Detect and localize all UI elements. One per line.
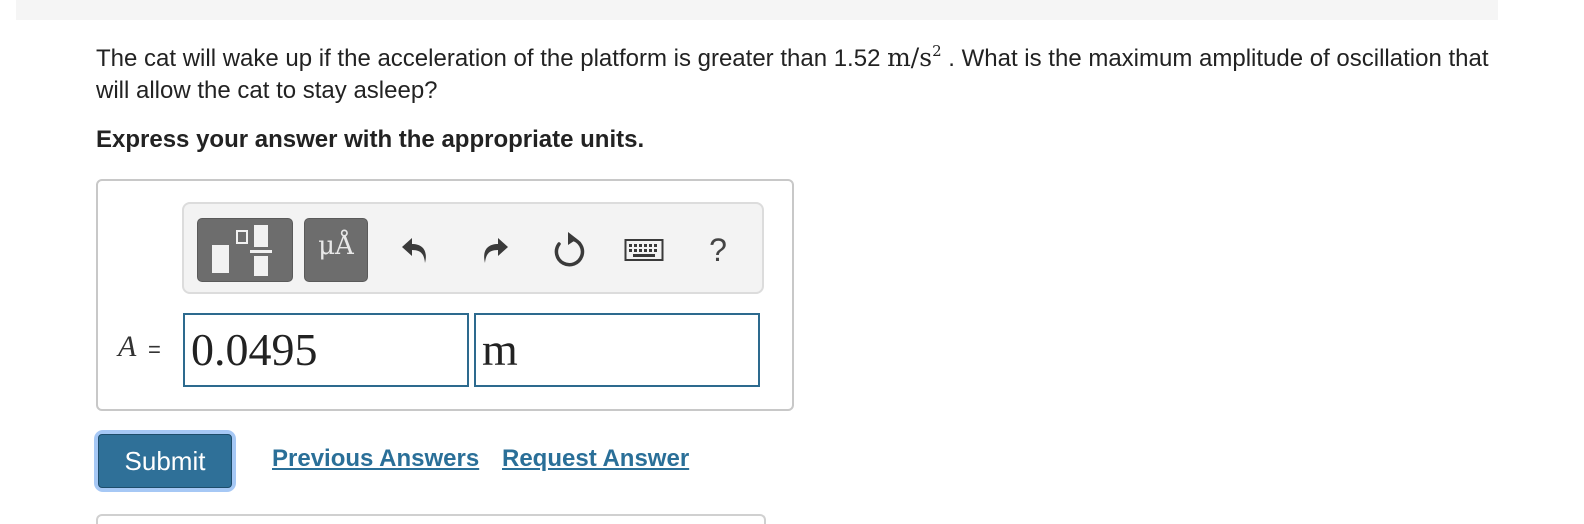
templates-button[interactable] <box>197 218 293 282</box>
acceleration-unit: m/s2 <box>887 43 942 72</box>
keyboard-icon <box>624 239 664 261</box>
answer-instruction: Express your answer with the appropriate… <box>96 126 645 153</box>
templates-icon <box>212 225 272 276</box>
answer-variable: A <box>118 330 137 363</box>
units-label: μÅ <box>318 231 354 261</box>
keyboard-button[interactable] <box>624 226 664 274</box>
unit-exponent: 2 <box>932 42 942 60</box>
reset-button[interactable] <box>548 226 588 274</box>
units-button[interactable]: μÅ <box>304 218 368 282</box>
redo-button[interactable] <box>474 226 514 274</box>
redo-icon <box>484 238 508 263</box>
undo-button[interactable] <box>396 226 436 274</box>
question-text-start: The cat will wake up if the acceleration… <box>96 45 888 72</box>
request-answer-link[interactable]: Request Answer <box>502 445 689 473</box>
answer-unit-field[interactable]: m <box>474 313 760 387</box>
unit-base: m/s <box>887 43 933 72</box>
undo-icon <box>402 238 426 263</box>
math-toolbar: μÅ ? <box>182 202 764 294</box>
top-bar <box>16 0 1498 20</box>
submit-button-focus-ring: Submit <box>94 430 236 492</box>
answer-value-field[interactable]: 0.0495 <box>183 313 469 387</box>
reset-icon <box>554 232 585 267</box>
help-button[interactable]: ? <box>698 226 738 274</box>
next-panel-edge <box>96 514 766 524</box>
equals-sign: = <box>148 337 161 362</box>
question-text: The cat will wake up if the acceleration… <box>96 42 1496 107</box>
previous-answers-link[interactable]: Previous Answers <box>272 445 479 473</box>
submit-button[interactable]: Submit <box>98 434 232 488</box>
